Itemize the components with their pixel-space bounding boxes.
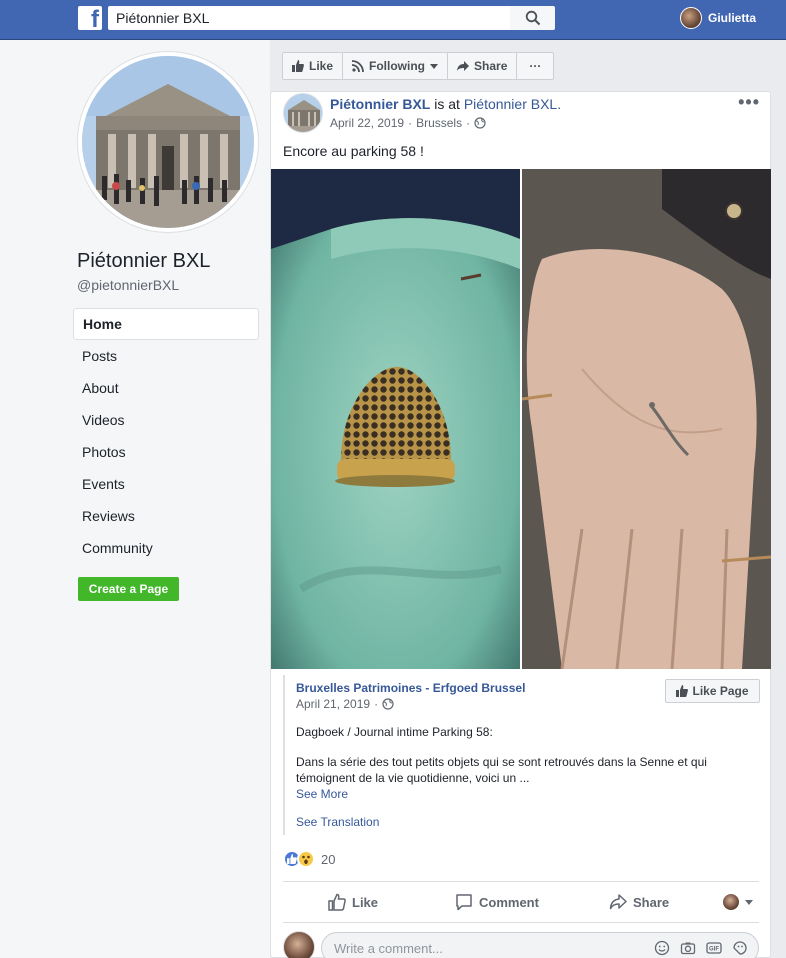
post-author-avatar[interactable] [283, 93, 323, 133]
see-more-link[interactable]: See More [296, 787, 348, 801]
comment-input[interactable]: Write a comment... GIF [321, 932, 759, 958]
page-handle: @pietonnierBXL [77, 277, 180, 293]
comment-icon [456, 894, 472, 911]
page-nav: Home Posts About Videos Photos Events Re… [73, 308, 259, 564]
profile-link[interactable]: Giulietta [680, 7, 756, 29]
gif-icon[interactable]: GIF [706, 940, 722, 956]
is-at-text: is at [434, 96, 460, 112]
like-page-label: Like Page [692, 684, 749, 698]
divider [283, 881, 759, 882]
post-photos [271, 169, 771, 669]
reaction-summary[interactable]: 20 [283, 850, 335, 868]
thumbs-up-icon [292, 60, 304, 72]
post-action-row: Like Comment Share [283, 885, 759, 919]
shared-text-body: Dans la série des tout petits objets qui… [296, 755, 707, 785]
rss-icon [352, 60, 364, 72]
post-meta: April 22, 2019 · Brussels · [330, 116, 486, 130]
globe-icon [382, 698, 394, 710]
shared-date: April 21, 2019 · [296, 697, 394, 711]
nav-item-reviews[interactable]: Reviews [73, 500, 259, 532]
ellipsis-icon: ··· [529, 59, 542, 73]
thimble-photo[interactable] [271, 169, 520, 669]
create-page-button[interactable]: Create a Page [78, 577, 179, 601]
hand-pin-photo[interactable] [522, 169, 771, 669]
shared-date-text[interactable]: April 21, 2019 [296, 697, 370, 711]
nav-item-community[interactable]: Community [73, 532, 259, 564]
share-arrow-icon [609, 894, 627, 910]
nav-item-home[interactable]: Home [73, 308, 259, 340]
like-page-button[interactable]: Like [283, 53, 344, 79]
nav-item-photos[interactable]: Photos [73, 436, 259, 468]
following-button[interactable]: Following [343, 53, 449, 79]
building-thumbnail [284, 94, 322, 132]
share-arrow-icon [457, 61, 470, 71]
thimble-image [271, 169, 520, 669]
hand-image [522, 169, 771, 669]
share-label: Share [474, 59, 508, 73]
search-button[interactable] [510, 6, 555, 30]
see-translation-link[interactable]: See Translation [296, 815, 379, 829]
page-title: Piétonnier BXL [77, 250, 211, 272]
post-like-button[interactable]: Like [328, 893, 378, 911]
post-options-button[interactable]: ••• [738, 92, 760, 113]
page-profile-picture[interactable] [78, 52, 258, 232]
nav-item-posts[interactable]: Posts [73, 340, 259, 372]
divider [283, 922, 759, 923]
emoji-icon[interactable] [654, 940, 670, 956]
shared-source-link[interactable]: Bruxelles Patrimoines - Erfgoed Brussel [296, 681, 525, 695]
top-bar: f Piétonnier BXL Giulietta [0, 0, 786, 40]
post-text: Encore au parking 58 ! [283, 143, 424, 159]
share-page-button[interactable]: Share [448, 53, 518, 79]
post-like-label: Like [352, 894, 379, 910]
page-action-bar: Like Following Share ··· [282, 52, 555, 80]
right-column-edge [781, 290, 786, 958]
thumbs-up-outline-icon [328, 893, 346, 911]
following-label: Following [369, 59, 426, 73]
comment-tools: GIF [654, 940, 748, 956]
post-card: Piétonnier BXL is at Piétonnier BXL. Apr… [270, 91, 771, 958]
avatar [723, 894, 739, 910]
comment-placeholder: Write a comment... [334, 941, 443, 956]
globe-icon [474, 117, 486, 129]
post-place[interactable]: Brussels [416, 116, 462, 130]
post-author-link[interactable]: Piétonnier BXL [330, 96, 430, 112]
reaction-count: 20 [321, 851, 336, 867]
shared-post-box: Bruxelles Patrimoines - Erfgoed Brussel … [283, 675, 760, 835]
building-photo [82, 56, 254, 228]
comment-button[interactable]: Comment [455, 893, 539, 911]
like-label: Like [309, 59, 334, 73]
user-name: Giulietta [708, 11, 757, 25]
thumbs-up-icon [676, 685, 689, 697]
svg-text:GIF: GIF [709, 947, 719, 953]
facebook-logo-icon[interactable]: f [78, 6, 102, 32]
post-as-selector[interactable] [723, 894, 753, 910]
share-label: Share [633, 894, 670, 910]
post-location-link[interactable]: Piétonnier BXL. [464, 96, 561, 112]
shared-text-title: Dagboek / Journal intime Parking 58: [296, 725, 493, 739]
search-input[interactable]: Piétonnier BXL [108, 6, 510, 30]
camera-icon[interactable] [680, 940, 696, 956]
left-sidebar: Piétonnier BXL @pietonnierBXL Home Posts… [0, 40, 270, 958]
avatar [680, 7, 702, 29]
post-header: Piétonnier BXL is at Piétonnier BXL. [330, 96, 561, 112]
search-icon [525, 10, 540, 26]
nav-item-events[interactable]: Events [73, 468, 259, 500]
wow-reaction-icon [297, 850, 315, 868]
nav-item-about[interactable]: About [73, 372, 259, 404]
sticker-icon[interactable] [732, 940, 748, 956]
post-share-button[interactable]: Share [609, 893, 669, 911]
caret-down-icon [430, 63, 439, 69]
comment-label: Comment [479, 894, 539, 910]
commenter-avatar[interactable] [283, 931, 315, 958]
caret-down-icon [745, 899, 753, 905]
more-options-button[interactable]: ··· [517, 53, 553, 79]
post-date[interactable]: April 22, 2019 [330, 116, 404, 130]
nav-item-videos[interactable]: Videos [73, 404, 259, 436]
like-page-button-shared[interactable]: Like Page [665, 679, 760, 703]
